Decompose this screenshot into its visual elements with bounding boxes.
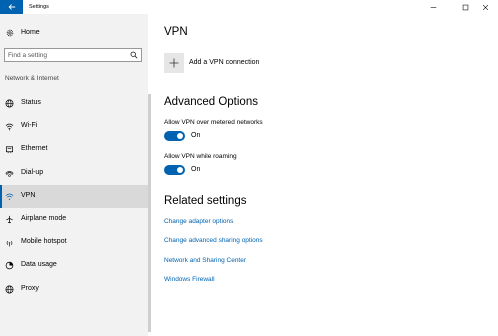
sidebar-item-label: Wi-Fi (21, 122, 38, 130)
minimize-button[interactable] (420, 0, 446, 14)
add-vpn-label: Add a VPN connection (189, 59, 260, 66)
sidebar-item-label: Status (21, 99, 41, 106)
sidebar-item-wifi[interactable]: Wi-Fi (0, 115, 148, 138)
category-heading: Network & Internet (5, 75, 59, 82)
roaming-toggle[interactable] (164, 165, 185, 175)
sidebar-item-label: Mobile hotspot (21, 238, 67, 246)
link-change-adapter-options[interactable]: Change adapter options (164, 217, 233, 226)
sidebar-item-vpn[interactable]: VPN (0, 184, 148, 208)
sidebar-item-data-usage[interactable]: Data usage (0, 254, 148, 277)
back-button[interactable] (0, 0, 23, 14)
title-bar: Settings (0, 0, 498, 14)
add-tile[interactable] (164, 53, 184, 73)
search-field[interactable] (4, 48, 142, 62)
sidebar-item-label: Ethernet (21, 145, 48, 153)
sidebar-home-label: Home (21, 29, 40, 36)
related-settings-heading: Related settings (164, 195, 247, 207)
toggle-knob (177, 133, 183, 139)
hotspot-icon (6, 241, 13, 247)
selection-indicator (0, 184, 2, 208)
sidebar: Home Network & Internet Status Wi-Fi (0, 14, 148, 336)
metered-toggle[interactable] (164, 131, 185, 141)
globe-icon (5, 99, 14, 108)
roaming-toggle-row: On (164, 165, 200, 175)
sidebar-item-label: Airplane mode (21, 214, 67, 222)
sidebar-item-mobile-hotspot[interactable]: Mobile hotspot (0, 231, 148, 254)
main-content: VPN Add a VPN connection Advanced Option… (164, 14, 494, 336)
advanced-options-heading: Advanced Options (164, 96, 258, 108)
sidebar-item-airplane-mode[interactable]: Airplane mode (0, 208, 148, 231)
roaming-label: Allow VPN while roaming (164, 153, 237, 160)
metered-toggle-row: On (164, 131, 200, 141)
sidebar-item-label: Data usage (21, 261, 57, 269)
add-vpn-button[interactable]: Add a VPN connection (164, 53, 259, 73)
minimize-icon (430, 6, 436, 8)
airplane-icon (6, 215, 13, 224)
plus-icon (169, 58, 179, 68)
link-windows-firewall[interactable]: Windows Firewall (164, 275, 215, 284)
data-usage-icon (5, 262, 14, 270)
sidebar-item-label: Proxy (21, 284, 39, 292)
arrow-left-icon (8, 4, 15, 10)
link-change-advanced-sharing[interactable]: Change advanced sharing options (164, 236, 263, 245)
search-icon[interactable] (130, 51, 138, 59)
close-icon (482, 4, 488, 10)
sidebar-item-status[interactable]: Status (0, 92, 148, 115)
wifi-icon (5, 123, 14, 131)
sidebar-item-proxy[interactable]: Proxy (0, 278, 148, 301)
window-title: Settings (29, 4, 49, 10)
page-title: VPN (164, 26, 188, 38)
search-input[interactable] (8, 50, 126, 60)
sidebar-nav: Status Wi-Fi Ethernet Dial-up VPN Airpla… (0, 92, 148, 301)
sidebar-home[interactable]: Home (0, 26, 148, 40)
globe-icon (5, 285, 14, 293)
ethernet-icon (5, 146, 14, 154)
gear-icon (6, 29, 14, 37)
metered-label: Allow VPN over metered networks (164, 119, 263, 126)
roaming-state: On (191, 166, 201, 173)
sidebar-item-dialup[interactable]: Dial-up (0, 162, 148, 185)
sidebar-item-ethernet[interactable]: Ethernet (0, 138, 148, 161)
dialup-icon (5, 170, 14, 177)
sidebar-item-label: VPN (21, 191, 36, 199)
vpn-icon (5, 193, 14, 200)
sidebar-scrollbar[interactable] (148, 94, 151, 332)
sidebar-item-label: Dial-up (21, 168, 44, 176)
link-network-sharing-center[interactable]: Network and Sharing Center (164, 256, 246, 265)
maximize-icon (462, 4, 468, 10)
close-button[interactable] (472, 0, 498, 14)
metered-state: On (191, 132, 201, 139)
toggle-knob (177, 167, 183, 173)
